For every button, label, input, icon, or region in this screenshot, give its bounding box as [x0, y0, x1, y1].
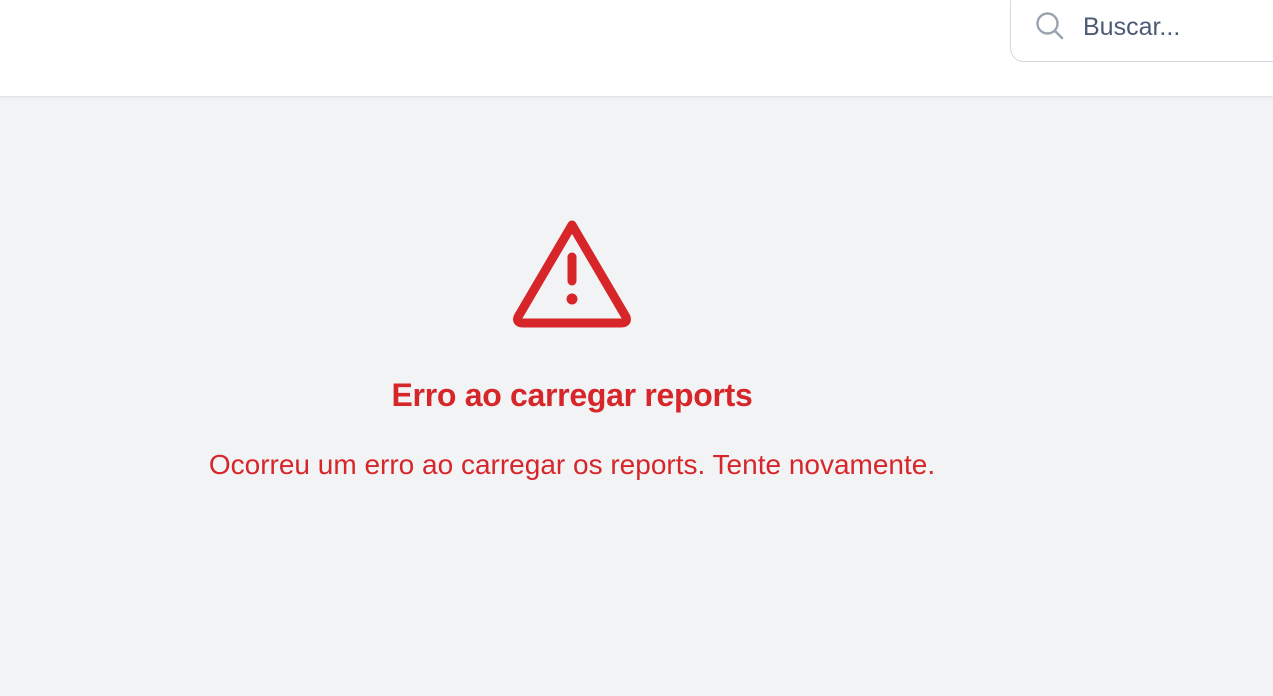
error-message: Ocorreu um erro ao carregar os reports. …: [208, 449, 936, 480]
warning-triangle-icon: [510, 217, 634, 329]
top-bar: [0, 0, 1273, 97]
error-title: Erro ao carregar reports: [391, 377, 753, 413]
error-state: Erro ao carregar reports Ocorreu um erro…: [0, 97, 1144, 696]
search-box[interactable]: [1010, 0, 1273, 62]
search-icon: [1035, 11, 1065, 41]
main-content: Erro ao carregar reports Ocorreu um erro…: [0, 97, 1273, 696]
search-input[interactable]: [1083, 7, 1273, 47]
